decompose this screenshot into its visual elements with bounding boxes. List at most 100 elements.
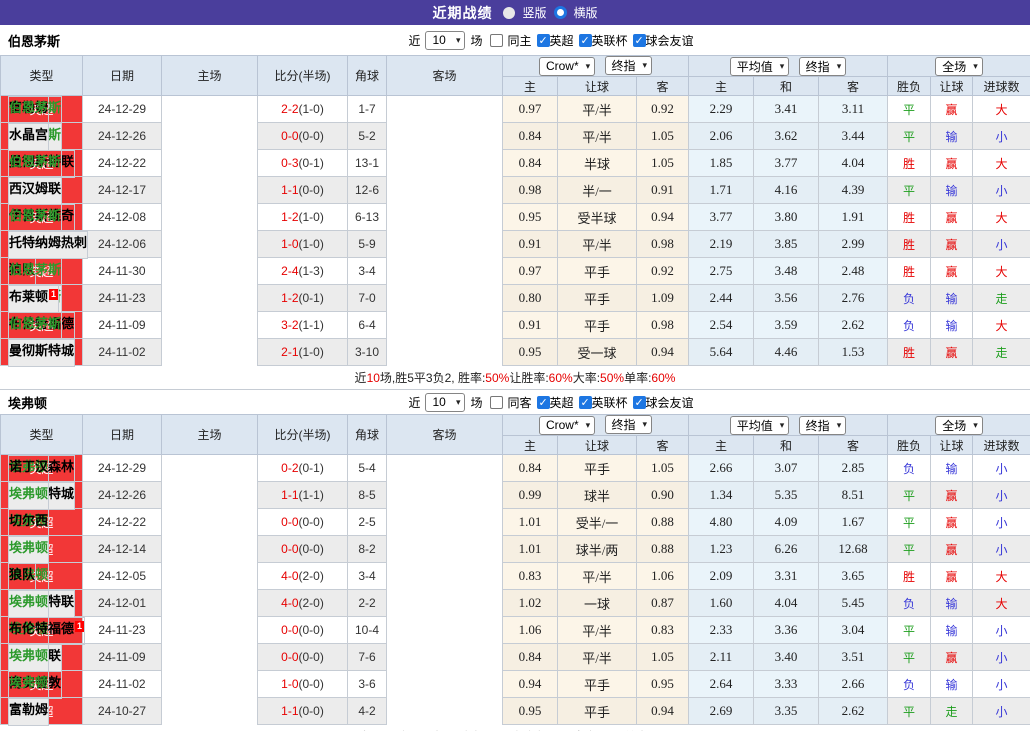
cell-corner: 6-4 [347,311,387,339]
team-name: 伯恩茅斯 [8,33,61,49]
away-team-name: 水晶宫 [9,126,49,142]
final-odds-select[interactable]: 终指 ▾ [604,56,653,76]
final-odds-select-2[interactable]: 终指 ▾ [798,415,847,435]
cell-goal-result: 小 [972,535,1030,563]
cell-handicap-result: 赢 [930,203,974,231]
cell-date: 24-11-09 [82,311,162,339]
full-time-select[interactable]: 全场 ▾ [935,56,983,76]
cell-result: 胜 [887,562,932,590]
cell-away-team: 埃弗顿 [8,535,50,564]
cell-avg-away: 4.39 [817,176,889,204]
cell-corner: 8-2 [347,535,387,563]
col-header-avg-home: 主 [688,435,754,455]
cell-goal-result: 大 [972,149,1030,177]
col-header-handicap-result: 让球 [930,435,974,455]
final-odds-select[interactable]: 终指 ▾ [604,415,653,435]
cell-away-team: 水晶宫 [8,122,50,151]
odds-source-select[interactable]: Crow* ▾ [538,56,596,76]
cell-handicap-result: 输 [930,589,974,617]
cell-odds-home: 1.06 [502,616,558,644]
cell-date: 24-12-22 [82,149,162,177]
match-row: 英超24-12-01曼彻斯特联4-0(2-0)2-2埃弗顿1.02一球0.871… [0,589,1030,618]
horizontal-layout-label[interactable]: 横版 [574,4,598,21]
cell-avg-home: 2.29 [688,95,754,123]
cell-result: 平 [887,122,932,150]
cell-result: 负 [887,670,932,698]
section-header-bournemouth: 伯恩茅斯 近 10▾ 场 同主 英超 英联杯 球会友谊 [0,25,1030,55]
league-label-efl-cup[interactable]: 英联杯 [592,394,628,411]
cell-away-team: 伯恩茅斯 [8,257,63,286]
cell-odds-away: 1.05 [636,122,689,150]
cell-odds-home: 0.83 [502,562,558,590]
summary-part: 50% [600,370,625,385]
match-count-select[interactable]: 10 ▾ [425,30,466,50]
cell-away-team: 布伦特福德 1 [8,616,86,645]
vertical-layout-radio[interactable] [503,6,516,19]
cell-corner: 10-4 [347,616,387,644]
away-team-name: 埃弗顿 [9,647,49,663]
away-team-name: 埃弗顿 [9,674,49,690]
cell-goal-result: 小 [972,454,1030,482]
cell-avg-away: 5.45 [817,589,889,617]
final-odds-select-2[interactable]: 终指 ▾ [798,56,847,76]
col-header-score: 比分(半场) [257,414,348,455]
cell-odds-away: 0.94 [636,203,689,231]
same-side-label[interactable]: 同客 [507,394,531,411]
away-team-name: 伯恩茅斯 [9,153,62,169]
summary-part: 60% [651,370,676,385]
full-time-score: 1-0 [281,237,299,251]
full-time-select[interactable]: 全场 ▾ [935,415,983,435]
same-side-checkbox[interactable] [490,395,504,409]
league-checkbox-epl[interactable] [536,395,550,409]
league-checkbox-friendly[interactable] [632,33,646,47]
cell-date: 24-11-02 [82,670,162,698]
horizontal-layout-radio[interactable] [553,6,567,19]
half-time-score: (1-0) [298,210,324,224]
cell-avg-draw: 3.35 [753,697,819,725]
chevron-down-icon: ▾ [779,419,785,430]
cell-date: 24-11-30 [82,257,162,285]
league-checkbox-efl-cup[interactable] [578,33,592,47]
cell-date: 24-12-26 [82,481,162,509]
cell-handicap-result: 赢 [930,535,974,563]
cell-odds-handicap: 受一球 [557,338,637,366]
cell-avg-home: 1.23 [688,535,754,563]
col-header-avg-away: 客 [817,435,889,455]
league-label-epl[interactable]: 英超 [550,32,574,49]
full-time-score: 0-0 [281,542,299,556]
summary-part: 让胜率: [509,371,549,385]
half-time-score: (0-1) [298,291,324,305]
vertical-layout-label[interactable]: 竖版 [522,4,546,21]
cell-score: 2-2(1-0) [257,95,348,123]
match-row: 英超24-12-26伯恩茅斯0-0(0-0)5-2水晶宫0.84平/半1.052… [0,122,1030,151]
average-select[interactable]: 平均值 ▾ [729,415,790,435]
cell-corner: 3-4 [347,562,387,590]
cell-avg-draw: 3.77 [753,149,819,177]
cell-score: 0-2(0-1) [257,454,348,482]
cell-avg-home: 2.19 [688,230,754,258]
league-label-efl-cup[interactable]: 英联杯 [592,32,628,49]
cell-goal-result: 大 [972,95,1030,123]
league-checkbox-friendly[interactable] [632,395,646,409]
cell-odds-home: 0.91 [502,230,558,258]
cell-result: 平 [887,176,932,204]
cell-avg-away: 3.11 [817,95,889,123]
league-label-friendly[interactable]: 球会友谊 [646,32,694,49]
half-time-score: (2-0) [298,596,324,610]
same-side-label[interactable]: 同主 [507,32,531,49]
cell-score: 0-0(0-0) [257,643,348,671]
league-label-friendly[interactable]: 球会友谊 [646,394,694,411]
chevron-down-icon: ▾ [973,60,978,71]
same-side-checkbox[interactable] [490,33,504,47]
cell-result: 平 [887,535,932,563]
match-count-select[interactable]: 10 ▾ [425,392,466,412]
league-label-epl[interactable]: 英超 [550,394,574,411]
average-select[interactable]: 平均值 ▾ [729,56,790,76]
odds-source-select[interactable]: Crow* ▾ [538,415,596,435]
col-header-odds-away: 客 [636,76,689,96]
away-team-name: 切尔西 [9,512,49,528]
cell-odds-home: 0.97 [502,257,558,285]
league-checkbox-epl[interactable] [536,33,550,47]
cell-result: 平 [887,95,932,123]
league-checkbox-efl-cup[interactable] [578,395,592,409]
